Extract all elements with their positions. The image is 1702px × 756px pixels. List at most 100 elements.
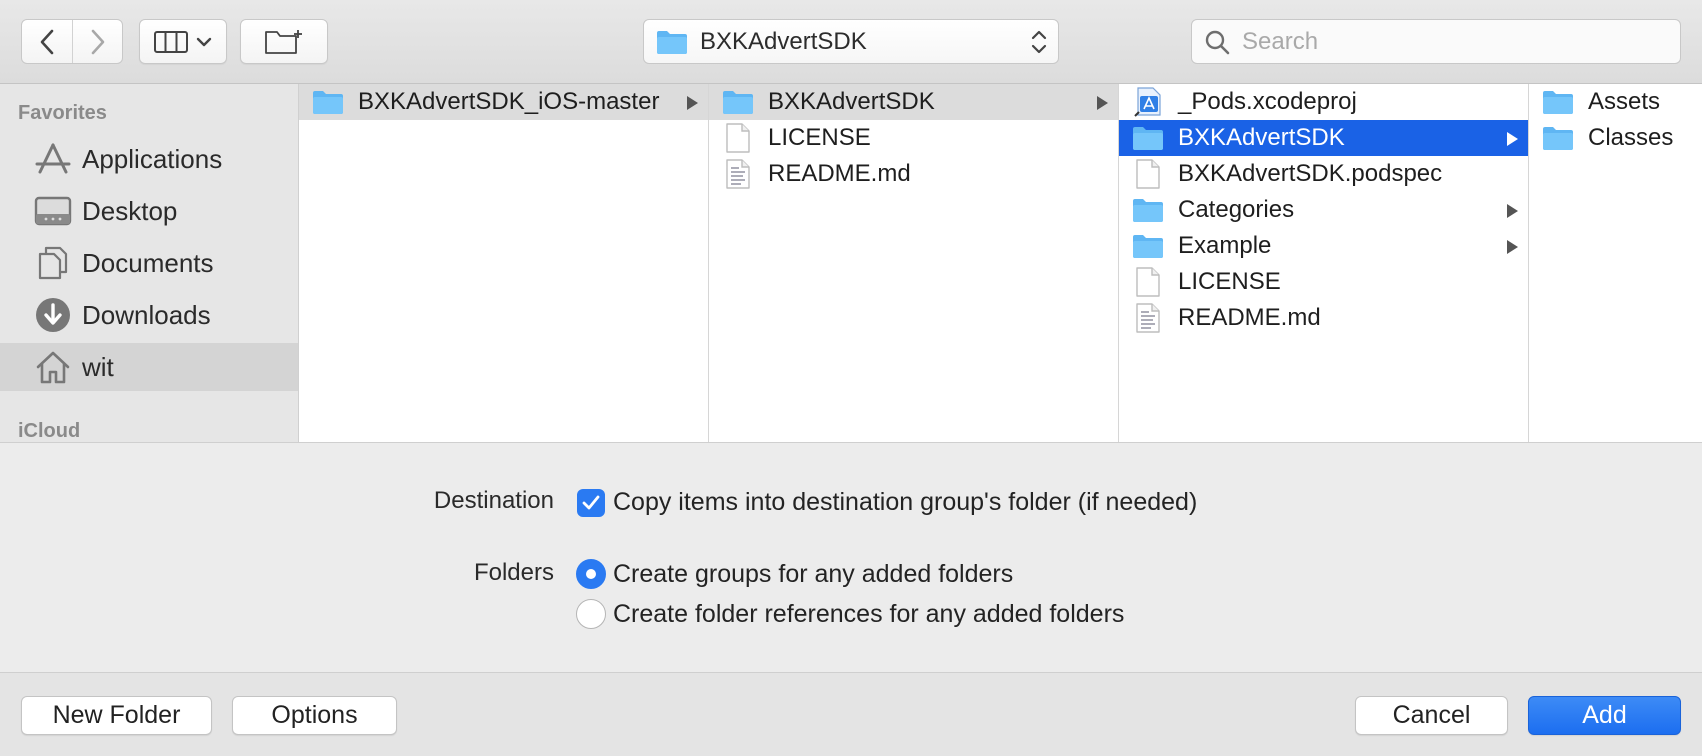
- sidebar-item-label: Downloads: [82, 299, 211, 330]
- back-button[interactable]: [22, 20, 72, 63]
- icloud-header: iCloud: [18, 420, 81, 442]
- disclosure-arrow-icon: [1507, 204, 1518, 218]
- list-item[interactable]: Example: [1119, 228, 1528, 264]
- disclosure-arrow-icon: [687, 96, 698, 110]
- path-popup-label: BXKAdvertSDK: [700, 27, 867, 55]
- list-item[interactable]: README.md: [709, 156, 1118, 192]
- browser-column-4: Assets Classes: [1529, 84, 1702, 442]
- new-folder-button[interactable]: New Folder: [21, 696, 212, 735]
- create-groups-radio[interactable]: [576, 559, 606, 589]
- browser-column-3: _Pods.xcodeproj BXKAdvertSDK BXKAdvertSD…: [1119, 84, 1529, 442]
- list-item-label: BXKAdvertSDK: [768, 88, 935, 115]
- xcodeproj-icon: [1131, 87, 1165, 117]
- folder-icon: [721, 87, 755, 117]
- chevron-right-icon: [91, 29, 104, 54]
- column-view-icon: [154, 30, 188, 53]
- sidebar-item-label: Documents: [82, 247, 214, 278]
- folder-icon: [311, 87, 345, 117]
- list-item-label: BXKAdvertSDK_iOS-master: [358, 88, 660, 115]
- sidebar-item-documents[interactable]: Documents: [0, 239, 298, 287]
- folder-icon: [1131, 195, 1165, 225]
- list-item-label: Classes: [1588, 124, 1674, 151]
- disclosure-arrow-icon: [1507, 240, 1518, 254]
- list-item-label: README.md: [1178, 304, 1321, 331]
- list-item[interactable]: Classes: [1529, 120, 1702, 156]
- new-folder-toolbar-button[interactable]: [240, 19, 328, 64]
- list-item-label: Example: [1178, 232, 1272, 259]
- view-mode-button[interactable]: [139, 19, 227, 64]
- path-popup-button[interactable]: BXKAdvertSDK: [643, 19, 1059, 64]
- create-references-radio[interactable]: [576, 599, 606, 629]
- folder-icon: [1541, 87, 1575, 117]
- sidebar-item-applications[interactable]: Applications: [0, 135, 298, 183]
- list-item[interactable]: _Pods.xcodeproj: [1119, 84, 1528, 120]
- sidebar: Favorites Applications Desktop Documents…: [0, 84, 299, 442]
- list-item-label: Assets: [1588, 88, 1661, 115]
- favorites-header: Favorites: [18, 102, 107, 124]
- destination-label: Destination: [433, 487, 554, 514]
- chevron-left-icon: [40, 29, 54, 54]
- document-icon: [1131, 267, 1165, 297]
- chevron-down-icon: [196, 37, 212, 46]
- search-icon: [1205, 30, 1230, 54]
- text-document-icon: [721, 159, 755, 189]
- list-item-label: BXKAdvertSDK.podspec: [1178, 160, 1443, 187]
- checkmark-icon: [582, 495, 600, 510]
- list-item[interactable]: BXKAdvertSDK.podspec: [1119, 156, 1528, 192]
- sidebar-item-desktop[interactable]: Desktop: [0, 187, 298, 235]
- document-icon: [1131, 159, 1165, 189]
- sidebar-item-home[interactable]: wit: [0, 343, 298, 391]
- search-input[interactable]: [1242, 27, 1662, 56]
- up-down-arrows-icon: [1031, 30, 1047, 54]
- document-icon: [721, 123, 755, 153]
- folder-icon: [1131, 231, 1165, 261]
- applications-icon: [34, 140, 72, 178]
- folders-label: Folders: [473, 559, 554, 586]
- list-item-label: Categories: [1178, 196, 1295, 223]
- radio-dot: [586, 569, 596, 579]
- list-item-label: LICENSE: [768, 124, 871, 151]
- browser-column-2: BXKAdvertSDK LICENSE README.md: [709, 84, 1119, 442]
- list-item-label: README.md: [768, 160, 911, 187]
- folder-icon: [1541, 123, 1575, 153]
- list-item[interactable]: LICENSE: [709, 120, 1118, 156]
- cancel-button[interactable]: Cancel: [1355, 696, 1508, 735]
- forward-button[interactable]: [72, 20, 122, 63]
- list-item[interactable]: Assets: [1529, 84, 1702, 120]
- copy-items-label[interactable]: Copy items into destination group's fold…: [613, 488, 1197, 517]
- bottom-bar: New Folder Options Cancel Add: [0, 672, 1702, 756]
- folder-icon: [657, 30, 687, 54]
- sidebar-item-label: Desktop: [82, 195, 178, 226]
- sidebar-item-label: wit: [82, 351, 114, 382]
- documents-icon: [34, 244, 72, 282]
- list-item-label: BXKAdvertSDK: [1178, 124, 1345, 151]
- sidebar-item-label: Applications: [82, 143, 223, 174]
- copy-items-checkbox[interactable]: [577, 489, 605, 517]
- downloads-icon: [34, 296, 72, 334]
- browser-column-1: BXKAdvertSDK_iOS-master: [299, 84, 709, 442]
- search-field[interactable]: [1191, 19, 1681, 64]
- list-item-label: LICENSE: [1178, 268, 1281, 295]
- options-button[interactable]: Options: [232, 696, 397, 735]
- create-references-label[interactable]: Create folder references for any added f…: [613, 600, 1124, 629]
- navigation-buttons: [21, 19, 123, 64]
- list-item[interactable]: Categories: [1119, 192, 1528, 228]
- disclosure-arrow-icon: [1097, 96, 1108, 110]
- home-icon: [34, 348, 72, 386]
- list-item-label: _Pods.xcodeproj: [1178, 88, 1357, 115]
- list-item[interactable]: LICENSE: [1119, 264, 1528, 300]
- desktop-icon: [34, 192, 72, 230]
- sidebar-item-downloads[interactable]: Downloads: [0, 291, 298, 339]
- folder-icon: [1131, 123, 1165, 153]
- add-button[interactable]: Add: [1528, 696, 1681, 735]
- toolbar: BXKAdvertSDK: [0, 0, 1702, 84]
- options-panel: Destination Copy items into destination …: [0, 442, 1702, 672]
- list-item[interactable]: README.md: [1119, 300, 1528, 336]
- new-folder-icon: [265, 29, 302, 54]
- text-document-icon: [1131, 303, 1165, 333]
- list-item[interactable]: BXKAdvertSDK: [1119, 120, 1528, 156]
- list-item[interactable]: BXKAdvertSDK_iOS-master: [299, 84, 708, 120]
- create-groups-label[interactable]: Create groups for any added folders: [613, 560, 1013, 589]
- list-item[interactable]: BXKAdvertSDK: [709, 84, 1118, 120]
- disclosure-arrow-icon: [1507, 132, 1518, 146]
